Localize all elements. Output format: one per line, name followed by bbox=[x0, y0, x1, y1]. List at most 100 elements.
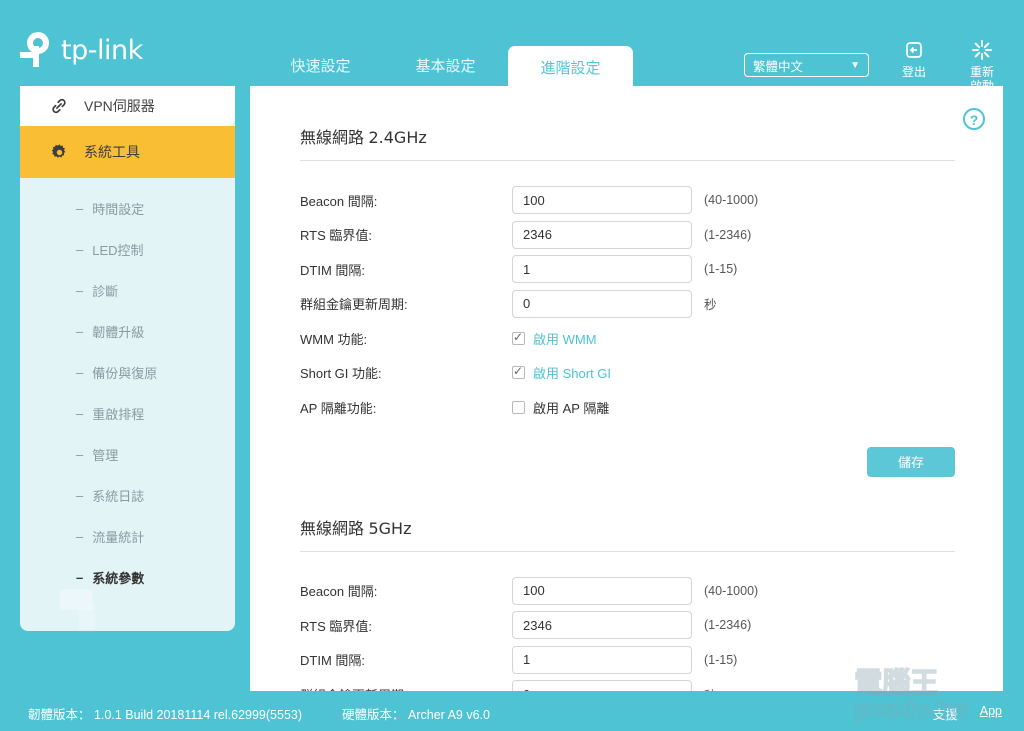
field-label: Short GI 功能: bbox=[300, 363, 512, 382]
dash-marker: – bbox=[76, 365, 83, 380]
support-link[interactable]: 支援 bbox=[933, 704, 958, 723]
checkbox-box bbox=[512, 332, 525, 345]
group-key-update-input-5[interactable] bbox=[512, 680, 692, 691]
question-mark-icon[interactable]: ? bbox=[963, 108, 985, 130]
dash-marker: – bbox=[76, 488, 83, 503]
field-label: WMM 功能: bbox=[300, 329, 512, 348]
sidebar-subitem-label: 系統日誌 bbox=[92, 486, 144, 505]
wmm-checkbox-24[interactable]: 啟用 WMM bbox=[512, 329, 597, 348]
sidebar-subitem-label: 時間設定 bbox=[92, 199, 144, 218]
tplink-logo-icon bbox=[20, 32, 56, 68]
field-label: Beacon 間隔: bbox=[300, 581, 512, 600]
dash-marker: – bbox=[76, 283, 83, 298]
field-label: Beacon 間隔: bbox=[300, 191, 512, 210]
checkbox-box bbox=[512, 401, 525, 414]
dtim-interval-input-24[interactable] bbox=[512, 255, 692, 283]
app-footer: 韌體版本： 1.0.1 Build 20181114 rel.62999(555… bbox=[0, 691, 1024, 731]
sidebar-subitem-system-log[interactable]: – 系統日誌 bbox=[20, 475, 235, 516]
field-label: 群組金鑰更新周期: bbox=[300, 294, 512, 313]
sidebar-subitem-diagnostics[interactable]: – 診斷 bbox=[20, 270, 235, 311]
sidebar: VPN伺服器 系統工具 – 時間設定 – LED控制 – 診斷 – 韌體升級 – bbox=[20, 86, 235, 631]
section-title-prefix: 無線網路 bbox=[300, 130, 364, 147]
firmware-version: 韌體版本： 1.0.1 Build 20181114 rel.62999(555… bbox=[28, 704, 302, 723]
footer-links: 支援 App bbox=[933, 704, 1002, 723]
field-hint: 秒 bbox=[704, 294, 717, 313]
sidebar-subitem-firmware-upgrade[interactable]: – 韌體升級 bbox=[20, 311, 235, 352]
sidebar-item-label: VPN伺服器 bbox=[84, 96, 155, 116]
field-row-beacon-interval-5: Beacon 間隔: (40-1000) bbox=[300, 574, 955, 609]
sidebar-subitem-traffic-statistics[interactable]: – 流量統計 bbox=[20, 516, 235, 557]
logout-icon bbox=[886, 38, 942, 62]
dash-marker: – bbox=[76, 447, 83, 462]
save-button-24ghz[interactable]: 儲存 bbox=[867, 447, 955, 477]
field-label: DTIM 間隔: bbox=[300, 260, 512, 279]
logout-label: 登出 bbox=[902, 65, 926, 79]
field-hint: (40-1000) bbox=[704, 584, 758, 598]
field-label: RTS 臨界值: bbox=[300, 225, 512, 244]
dash-marker: – bbox=[76, 242, 83, 257]
field-row-dtim-interval-24: DTIM 間隔: (1-15) bbox=[300, 252, 955, 287]
field-hint: (1-15) bbox=[704, 653, 737, 667]
section-title-band: 2.4GHz bbox=[368, 128, 426, 147]
sidebar-subitem-label: 流量統計 bbox=[92, 527, 144, 546]
footer-versions: 韌體版本： 1.0.1 Build 20181114 rel.62999(555… bbox=[28, 704, 490, 723]
field-row-ap-isolation-24: AP 隔離功能: 啟用 AP 隔離 bbox=[300, 390, 955, 425]
sidebar-subitem-administration[interactable]: – 管理 bbox=[20, 434, 235, 475]
app-link[interactable]: App bbox=[980, 704, 1002, 723]
sidebar-subitem-system-parameters[interactable]: – 系統參數 bbox=[20, 557, 235, 598]
field-row-rts-threshold-24: RTS 臨界值: (1-2346) bbox=[300, 218, 955, 253]
field-row-rts-threshold-5: RTS 臨界值: (1-2346) bbox=[300, 608, 955, 643]
tab-advanced-settings[interactable]: 進階設定 bbox=[508, 46, 633, 86]
reboot-icon bbox=[954, 38, 1010, 62]
field-hint: (1-2346) bbox=[704, 618, 751, 632]
sidebar-submenu: – 時間設定 – LED控制 – 診斷 – 韌體升級 – 備份與復原 – 重啟排… bbox=[20, 178, 235, 598]
tab-quick-setup[interactable]: 快速設定 bbox=[258, 46, 383, 86]
section-title-5ghz: 無線網路 5GHz bbox=[300, 477, 955, 552]
sidebar-subitem-led-control[interactable]: – LED控制 bbox=[20, 229, 235, 270]
ap-isolation-checkbox-24[interactable]: 啟用 AP 隔離 bbox=[512, 398, 609, 417]
checkbox-label: 啟用 WMM bbox=[533, 329, 597, 348]
section-title-prefix: 無線網路 bbox=[300, 521, 364, 538]
dash-marker: – bbox=[76, 406, 83, 421]
brand-name: tp-link bbox=[61, 35, 143, 66]
field-label: AP 隔離功能: bbox=[300, 398, 512, 417]
language-select[interactable]: 繁體中文 ▼ bbox=[744, 53, 869, 77]
sidebar-subitem-label: LED控制 bbox=[92, 240, 143, 259]
field-row-wmm-24: WMM 功能: 啟用 WMM bbox=[300, 321, 955, 356]
checkbox-box bbox=[512, 366, 525, 379]
short-gi-checkbox-24[interactable]: 啟用 Short GI bbox=[512, 363, 611, 382]
sidebar-subitem-label: 重啟排程 bbox=[92, 404, 144, 423]
dash-marker: – bbox=[76, 529, 83, 544]
field-row-short-gi-24: Short GI 功能: 啟用 Short GI bbox=[300, 356, 955, 391]
rts-threshold-input-5[interactable] bbox=[512, 611, 692, 639]
tplink-logo: tp-link bbox=[20, 30, 180, 70]
sidebar-subitem-label: 管理 bbox=[92, 445, 118, 464]
tab-basic-settings[interactable]: 基本設定 bbox=[383, 46, 508, 86]
sidebar-subitem-backup-restore[interactable]: – 備份與復原 bbox=[20, 352, 235, 393]
sidebar-item-vpn-server[interactable]: VPN伺服器 bbox=[20, 86, 235, 126]
sidebar-subitem-label: 系統參數 bbox=[92, 568, 144, 587]
sidebar-subitem-time-settings[interactable]: – 時間設定 bbox=[20, 188, 235, 229]
reboot-button[interactable]: 重新啟動 bbox=[954, 38, 1010, 93]
beacon-interval-input-24[interactable] bbox=[512, 186, 692, 214]
field-hint: (1-15) bbox=[704, 262, 737, 276]
field-row-beacon-interval-24: Beacon 間隔: (40-1000) bbox=[300, 183, 955, 218]
group-key-update-input-24[interactable] bbox=[512, 290, 692, 318]
field-hint: (1-2346) bbox=[704, 228, 751, 242]
field-row-dtim-interval-5: DTIM 間隔: (1-15) bbox=[300, 643, 955, 678]
language-select-value: 繁體中文 bbox=[753, 56, 803, 75]
dtim-interval-input-5[interactable] bbox=[512, 646, 692, 674]
save-row-24ghz: 儲存 bbox=[250, 425, 1003, 477]
section-title-band: 5GHz bbox=[368, 519, 411, 538]
logout-button[interactable]: 登出 bbox=[886, 38, 942, 79]
beacon-interval-input-5[interactable] bbox=[512, 577, 692, 605]
field-row-group-key-update-5: 群組金鑰更新周期: 秒 bbox=[300, 677, 955, 691]
rts-threshold-input-24[interactable] bbox=[512, 221, 692, 249]
sidebar-item-system-tools[interactable]: 系統工具 bbox=[20, 126, 235, 178]
dash-marker: – bbox=[76, 570, 83, 585]
gear-icon bbox=[48, 141, 70, 163]
field-row-group-key-update-24: 群組金鑰更新周期: 秒 bbox=[300, 287, 955, 322]
content-panel: ? 無線網路 2.4GHz Beacon 間隔: (40-1000) RTS 臨… bbox=[250, 86, 1003, 691]
field-label: DTIM 間隔: bbox=[300, 650, 512, 669]
sidebar-subitem-reboot-schedule[interactable]: – 重啟排程 bbox=[20, 393, 235, 434]
